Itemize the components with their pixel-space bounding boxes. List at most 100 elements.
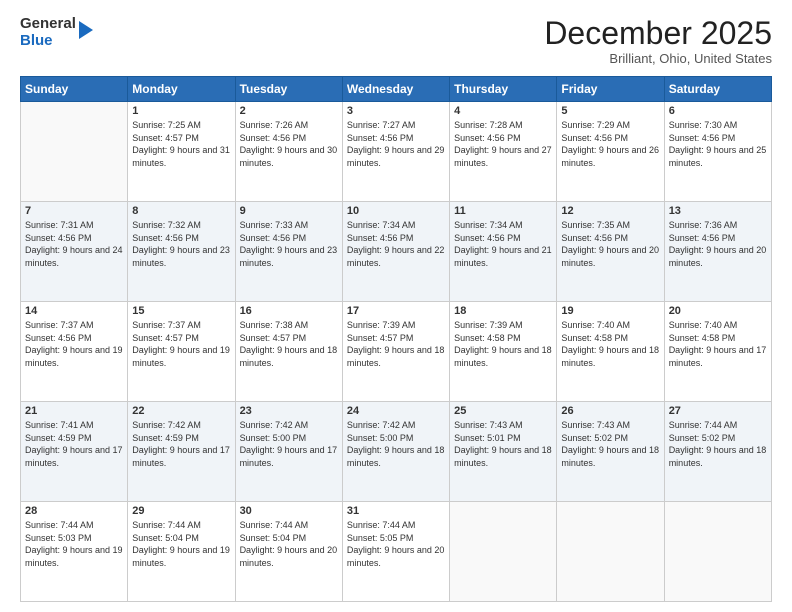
cell-week5-day1: 29 Sunrise: 7:44 AMSunset: 5:04 PMDayligh…: [128, 502, 235, 602]
week-row-4: 21 Sunrise: 7:41 AMSunset: 4:59 PMDayligh…: [21, 402, 772, 502]
cell-week4-day3: 24 Sunrise: 7:42 AMSunset: 5:00 PMDayligh…: [342, 402, 449, 502]
week-row-1: 1Sunrise: 7:25 AMSunset: 4:57 PMDaylight…: [21, 102, 772, 202]
day-info: Sunrise: 7:34 AMSunset: 4:56 PMDaylight:…: [347, 219, 445, 269]
col-saturday: Saturday: [664, 77, 771, 102]
cell-week2-day0: 7 Sunrise: 7:31 AMSunset: 4:56 PMDaylight…: [21, 202, 128, 302]
day-info: Sunrise: 7:42 AMSunset: 5:00 PMDaylight:…: [347, 419, 445, 469]
day-info: Sunrise: 7:44 AMSunset: 5:05 PMDaylight:…: [347, 519, 445, 569]
cell-week3-day6: 20Sunrise: 7:40 AMSunset: 4:58 PMDayligh…: [664, 302, 771, 402]
day-number: 17: [347, 305, 445, 317]
cell-week2-day6: 13 Sunrise: 7:36 AMSunset: 4:56 PMDayligh…: [664, 202, 771, 302]
day-info: Sunrise: 7:44 AMSunset: 5:04 PMDaylight:…: [132, 519, 230, 569]
cell-week5-day6: [664, 502, 771, 602]
day-info: Sunrise: 7:25 AMSunset: 4:57 PMDaylight:…: [132, 119, 230, 169]
day-number: 4: [454, 105, 552, 117]
day-info: Sunrise: 7:39 AMSunset: 4:57 PMDaylight:…: [347, 319, 445, 369]
day-info: Sunrise: 7:41 AMSunset: 4:59 PMDaylight:…: [25, 419, 123, 469]
day-number: 29: [132, 505, 230, 517]
day-info: Sunrise: 7:40 AMSunset: 4:58 PMDaylight:…: [669, 319, 767, 369]
day-info: Sunrise: 7:33 AMSunset: 4:56 PMDaylight:…: [240, 219, 338, 269]
cell-week3-day5: 19Sunrise: 7:40 AMSunset: 4:58 PMDayligh…: [557, 302, 664, 402]
col-wednesday: Wednesday: [342, 77, 449, 102]
day-info: Sunrise: 7:38 AMSunset: 4:57 PMDaylight:…: [240, 319, 338, 369]
location: Brilliant, Ohio, United States: [544, 51, 772, 66]
day-info: Sunrise: 7:42 AMSunset: 4:59 PMDaylight:…: [132, 419, 230, 469]
day-number: 31: [347, 505, 445, 517]
title-area: December 2025 Brilliant, Ohio, United St…: [544, 16, 772, 66]
day-info: Sunrise: 7:26 AMSunset: 4:56 PMDaylight:…: [240, 119, 338, 169]
day-number: 16: [240, 305, 338, 317]
week-row-2: 7 Sunrise: 7:31 AMSunset: 4:56 PMDaylight…: [21, 202, 772, 302]
day-number: 8: [132, 205, 230, 217]
day-info: Sunrise: 7:30 AMSunset: 4:56 PMDaylight:…: [669, 119, 767, 169]
day-number: 30: [240, 505, 338, 517]
calendar-table: Sunday Monday Tuesday Wednesday Thursday…: [20, 76, 772, 602]
cell-week1-day0: [21, 102, 128, 202]
cell-week3-day1: 15Sunrise: 7:37 AMSunset: 4:57 PMDayligh…: [128, 302, 235, 402]
week-row-3: 14 Sunrise: 7:37 AMSunset: 4:56 PMDayligh…: [21, 302, 772, 402]
cell-week4-day1: 22Sunrise: 7:42 AMSunset: 4:59 PMDayligh…: [128, 402, 235, 502]
day-info: Sunrise: 7:42 AMSunset: 5:00 PMDaylight:…: [240, 419, 338, 469]
day-number: 9: [240, 205, 338, 217]
cell-week2-day3: 10Sunrise: 7:34 AMSunset: 4:56 PMDayligh…: [342, 202, 449, 302]
header: General Blue December 2025 Brilliant, Oh…: [20, 16, 772, 66]
day-info: Sunrise: 7:37 AMSunset: 4:57 PMDaylight:…: [132, 319, 230, 369]
day-info: Sunrise: 7:35 AMSunset: 4:56 PMDaylight:…: [561, 219, 659, 269]
cell-week5-day0: 28 Sunrise: 7:44 AMSunset: 5:03 PMDayligh…: [21, 502, 128, 602]
cell-week1-day5: 5 Sunrise: 7:29 AMSunset: 4:56 PMDaylight…: [557, 102, 664, 202]
day-number: 23: [240, 405, 338, 417]
day-number: 25: [454, 405, 552, 417]
day-number: 12: [561, 205, 659, 217]
day-info: Sunrise: 7:31 AMSunset: 4:56 PMDaylight:…: [25, 219, 123, 269]
day-info: Sunrise: 7:34 AMSunset: 4:56 PMDaylight:…: [454, 219, 552, 269]
col-friday: Friday: [557, 77, 664, 102]
day-number: 3: [347, 105, 445, 117]
day-info: Sunrise: 7:29 AMSunset: 4:56 PMDaylight:…: [561, 119, 659, 169]
cell-week5-day3: 31 Sunrise: 7:44 AMSunset: 5:05 PMDayligh…: [342, 502, 449, 602]
day-number: 24: [347, 405, 445, 417]
logo: General Blue: [20, 16, 93, 49]
day-number: 2: [240, 105, 338, 117]
day-number: 18: [454, 305, 552, 317]
day-info: Sunrise: 7:36 AMSunset: 4:56 PMDaylight:…: [669, 219, 767, 269]
day-number: 14: [25, 305, 123, 317]
cell-week1-day1: 1Sunrise: 7:25 AMSunset: 4:57 PMDaylight…: [128, 102, 235, 202]
day-number: 11: [454, 205, 552, 217]
day-number: 13: [669, 205, 767, 217]
month-title: December 2025: [544, 16, 772, 51]
col-thursday: Thursday: [450, 77, 557, 102]
cell-week2-day4: 11 Sunrise: 7:34 AMSunset: 4:56 PMDayligh…: [450, 202, 557, 302]
day-info: Sunrise: 7:37 AMSunset: 4:56 PMDaylight:…: [25, 319, 123, 369]
cell-week1-day4: 4 Sunrise: 7:28 AMSunset: 4:56 PMDaylight…: [450, 102, 557, 202]
cell-week4-day4: 25 Sunrise: 7:43 AMSunset: 5:01 PMDayligh…: [450, 402, 557, 502]
cell-week3-day4: 18 Sunrise: 7:39 AMSunset: 4:58 PMDayligh…: [450, 302, 557, 402]
cell-week1-day3: 3 Sunrise: 7:27 AMSunset: 4:56 PMDaylight…: [342, 102, 449, 202]
day-info: Sunrise: 7:39 AMSunset: 4:58 PMDaylight:…: [454, 319, 552, 369]
day-info: Sunrise: 7:43 AMSunset: 5:01 PMDaylight:…: [454, 419, 552, 469]
cell-week4-day0: 21 Sunrise: 7:41 AMSunset: 4:59 PMDayligh…: [21, 402, 128, 502]
day-info: Sunrise: 7:44 AMSunset: 5:03 PMDaylight:…: [25, 519, 123, 569]
cell-week5-day2: 30Sunrise: 7:44 AMSunset: 5:04 PMDayligh…: [235, 502, 342, 602]
day-number: 5: [561, 105, 659, 117]
cell-week1-day2: 2 Sunrise: 7:26 AMSunset: 4:56 PMDaylight…: [235, 102, 342, 202]
cell-week3-day3: 17 Sunrise: 7:39 AMSunset: 4:57 PMDayligh…: [342, 302, 449, 402]
col-sunday: Sunday: [21, 77, 128, 102]
col-monday: Monday: [128, 77, 235, 102]
cell-week2-day5: 12 Sunrise: 7:35 AMSunset: 4:56 PMDayligh…: [557, 202, 664, 302]
cell-week4-day2: 23 Sunrise: 7:42 AMSunset: 5:00 PMDayligh…: [235, 402, 342, 502]
day-info: Sunrise: 7:27 AMSunset: 4:56 PMDaylight:…: [347, 119, 445, 169]
cell-week3-day0: 14 Sunrise: 7:37 AMSunset: 4:56 PMDayligh…: [21, 302, 128, 402]
cell-week5-day5: [557, 502, 664, 602]
col-tuesday: Tuesday: [235, 77, 342, 102]
day-number: 28: [25, 505, 123, 517]
cell-week4-day5: 26Sunrise: 7:43 AMSunset: 5:02 PMDayligh…: [557, 402, 664, 502]
cell-week3-day2: 16 Sunrise: 7:38 AMSunset: 4:57 PMDayligh…: [235, 302, 342, 402]
page: General Blue December 2025 Brilliant, Oh…: [0, 0, 792, 612]
logo-text: General Blue: [20, 16, 76, 49]
cell-week1-day6: 6Sunrise: 7:30 AMSunset: 4:56 PMDaylight…: [664, 102, 771, 202]
cell-week2-day2: 9 Sunrise: 7:33 AMSunset: 4:56 PMDaylight…: [235, 202, 342, 302]
day-number: 19: [561, 305, 659, 317]
day-number: 7: [25, 205, 123, 217]
day-number: 21: [25, 405, 123, 417]
day-info: Sunrise: 7:28 AMSunset: 4:56 PMDaylight:…: [454, 119, 552, 169]
